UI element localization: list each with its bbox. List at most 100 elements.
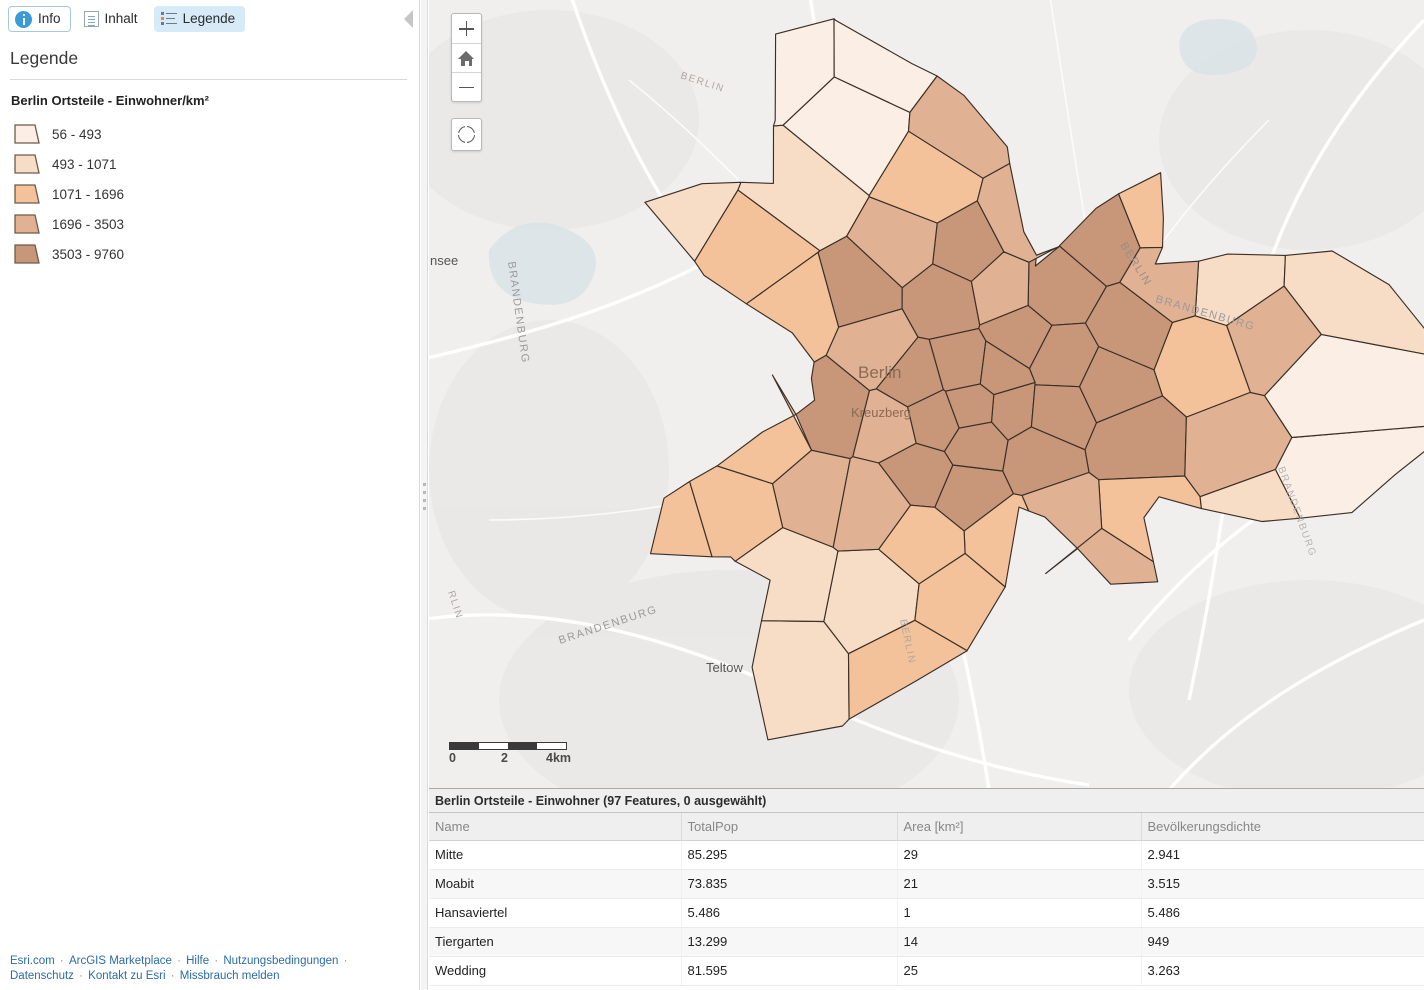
scale-label-mid: 2 bbox=[501, 751, 508, 765]
zoom-in-button[interactable] bbox=[452, 14, 481, 43]
legend-swatch bbox=[14, 184, 40, 204]
locate-control bbox=[451, 118, 482, 151]
cell-name: Hansaviertel bbox=[429, 898, 682, 928]
legend-item: 1071 - 1696 bbox=[10, 179, 409, 209]
cell-area: 1 bbox=[897, 898, 1142, 928]
column-header-totalpop[interactable]: TotalPop bbox=[681, 813, 898, 841]
footer-link[interactable]: Datenschutz bbox=[10, 970, 74, 982]
map-canvas[interactable]: Berlin Kreuzberg Teltow nsee BRANDENBURG BRAN… bbox=[429, 0, 1424, 788]
locate-crosshair-icon bbox=[457, 125, 476, 144]
scale-bar: 0 2 4km bbox=[449, 742, 579, 766]
legend-item-label: 56 - 493 bbox=[52, 126, 102, 142]
cell-name: Tiergarten bbox=[429, 927, 682, 957]
zoom-out-button[interactable] bbox=[452, 72, 481, 101]
zoom-out-icon bbox=[459, 80, 474, 95]
footer-separator: · bbox=[167, 970, 178, 982]
table-row[interactable]: Moabit 73.835 21 3.515 bbox=[429, 869, 1424, 899]
footer-separator: · bbox=[56, 955, 67, 967]
cell-area: 21 bbox=[897, 869, 1142, 899]
footer-separator: · bbox=[173, 955, 185, 967]
footer-separator: · bbox=[75, 970, 87, 982]
cell-totalpop: 5.486 bbox=[681, 898, 898, 928]
legend-swatch bbox=[14, 244, 40, 264]
legend-body: Berlin Ortsteile - Einwohner/km² 56 - 49… bbox=[0, 88, 419, 269]
footer-link[interactable]: Hilfe bbox=[186, 955, 209, 967]
cell-dichte: 949 bbox=[1141, 927, 1424, 957]
footer-separator: · bbox=[340, 955, 348, 967]
footer-link[interactable]: Esri.com bbox=[10, 955, 55, 967]
cell-area: 14 bbox=[897, 927, 1142, 957]
map-label: Berlin bbox=[858, 363, 901, 382]
footer-link[interactable]: Nutzungsbedingungen bbox=[223, 955, 338, 967]
zoom-controls bbox=[451, 13, 482, 102]
legend-list-icon bbox=[160, 11, 177, 27]
tab-info[interactable]: Info bbox=[8, 6, 71, 32]
left-panel: Info Inhalt Legende Legende Berlin Ortst… bbox=[0, 0, 420, 990]
home-button[interactable] bbox=[452, 43, 481, 72]
cell-dichte: 3.515 bbox=[1141, 869, 1424, 899]
table-header-row: Name TotalPop Area [km²] Bevölkerungsdic… bbox=[429, 813, 1424, 841]
tab-inhalt-label: Inhalt bbox=[104, 11, 138, 27]
attribute-table: Name TotalPop Area [km²] Bevölkerungsdic… bbox=[429, 813, 1424, 986]
content-document-icon bbox=[83, 11, 99, 27]
collapse-panel-arrow-icon[interactable] bbox=[404, 10, 413, 28]
tab-inhalt[interactable]: Inhalt bbox=[77, 6, 148, 32]
column-header-name[interactable]: Name bbox=[429, 813, 682, 841]
cell-name: Wedding bbox=[429, 956, 682, 986]
scale-bar-labels: 0 2 4km bbox=[449, 751, 579, 766]
legend-item: 493 - 1071 bbox=[10, 149, 409, 179]
home-icon bbox=[458, 50, 475, 66]
footer-link[interactable]: Kontakt zu Esri bbox=[88, 970, 165, 982]
footer-link[interactable]: Missbrauch melden bbox=[180, 970, 280, 982]
tab-legende[interactable]: Legende bbox=[153, 6, 246, 32]
map-graphics: BerlinKreuzbergTeltownseeBRANDENBURGBRAN… bbox=[429, 0, 1424, 788]
cell-dichte: 5.486 bbox=[1141, 898, 1424, 928]
scale-label-min: 0 bbox=[449, 751, 456, 765]
legend-swatch bbox=[14, 214, 40, 234]
cell-area: 29 bbox=[897, 840, 1142, 870]
legend-item-label: 493 - 1071 bbox=[52, 156, 117, 172]
scale-bar-track bbox=[449, 742, 567, 750]
map-feature-polygon[interactable] bbox=[751, 620, 850, 741]
legend-item-label: 1071 - 1696 bbox=[52, 186, 125, 202]
cell-dichte: 2.941 bbox=[1141, 840, 1424, 870]
legend-items-list: 56 - 493 493 - 1071 1071 - 1696 1696 - 3503… bbox=[10, 119, 409, 269]
cell-area: 25 bbox=[897, 956, 1142, 986]
cell-totalpop: 73.835 bbox=[681, 869, 898, 899]
zoom-in-icon bbox=[459, 21, 474, 36]
legend-item-label: 1696 - 3503 bbox=[52, 216, 125, 232]
panel-splitter[interactable] bbox=[421, 0, 428, 990]
legend-swatch bbox=[14, 154, 40, 174]
footer-link[interactable]: ArcGIS Marketplace bbox=[69, 955, 172, 967]
column-header-dichte[interactable]: Bevölkerungsdichte bbox=[1141, 813, 1424, 841]
legend-item: 1696 - 3503 bbox=[10, 209, 409, 239]
column-header-area[interactable]: Area [km²] bbox=[897, 813, 1142, 841]
title-divider bbox=[10, 79, 407, 80]
table-row[interactable]: Tiergarten 13.299 14 949 bbox=[429, 927, 1424, 957]
map-viewer-app: Info Inhalt Legende Legende Berlin Ortst… bbox=[0, 0, 1424, 990]
table-row[interactable]: Wedding 81.595 25 3.263 bbox=[429, 956, 1424, 986]
panel-tabbar: Info Inhalt Legende bbox=[0, 0, 419, 37]
attribute-table-title: Berlin Ortsteile - Einwohner (97 Feature… bbox=[429, 789, 1424, 813]
info-icon bbox=[15, 10, 32, 28]
map-label: Teltow bbox=[706, 660, 743, 675]
legend-item: 56 - 493 bbox=[10, 119, 409, 149]
cell-totalpop: 85.295 bbox=[681, 840, 898, 870]
splitter-grip-icon[interactable] bbox=[422, 478, 427, 512]
page-title: Legende bbox=[10, 48, 79, 68]
legend-item-label: 3503 - 9760 bbox=[52, 246, 125, 262]
map-label: nsee bbox=[430, 253, 458, 268]
cell-totalpop: 81.595 bbox=[681, 956, 898, 986]
footer-links: Esri.com · ArcGIS Marketplace · Hilfe · … bbox=[10, 954, 410, 984]
scale-label-max: 4km bbox=[546, 751, 572, 765]
tab-legende-label: Legende bbox=[182, 11, 236, 27]
footer-separator: · bbox=[211, 955, 222, 967]
legend-swatch bbox=[14, 124, 40, 144]
locate-button[interactable] bbox=[452, 119, 481, 150]
table-row[interactable]: Mitte 85.295 29 2.941 bbox=[429, 840, 1424, 870]
cell-name: Moabit bbox=[429, 869, 682, 899]
legend-layer-title: Berlin Ortsteile - Einwohner/km² bbox=[11, 93, 209, 108]
legend-item: 3503 - 9760 bbox=[10, 239, 409, 269]
table-row[interactable]: Hansaviertel 5.486 1 5.486 bbox=[429, 898, 1424, 928]
cell-name: Mitte bbox=[429, 840, 682, 870]
